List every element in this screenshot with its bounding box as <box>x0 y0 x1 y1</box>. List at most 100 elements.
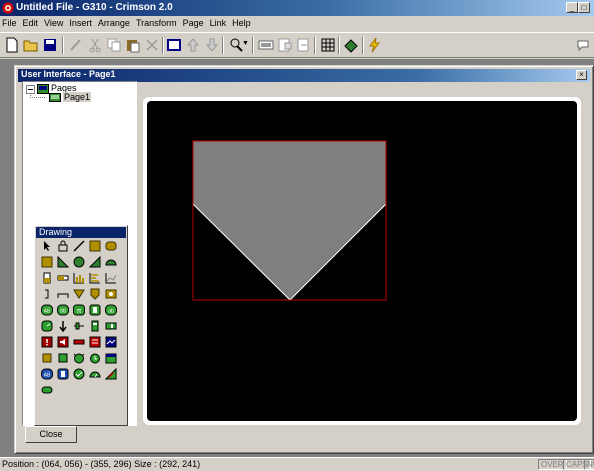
window-title: Untitled File - G310 - Crimson 2.0 <box>16 2 173 13</box>
down-pointer-tool-icon[interactable] <box>57 320 69 332</box>
speaker-tool-icon[interactable] <box>57 336 69 348</box>
data-ab-tool-icon[interactable]: AB <box>41 304 53 316</box>
svg-text:π: π <box>77 308 82 315</box>
open-icon[interactable] <box>23 37 39 53</box>
gem-tool-icon[interactable] <box>105 288 117 300</box>
comms-icon[interactable] <box>576 37 592 53</box>
close-button[interactable]: Close <box>25 426 77 443</box>
page-props-icon[interactable] <box>277 37 293 53</box>
page-icon <box>49 93 61 102</box>
bar-tool-icon[interactable] <box>57 272 69 284</box>
minimize-button[interactable]: _ <box>566 2 578 13</box>
toolbar: ▼ <box>0 32 594 58</box>
square-tool-icon[interactable] <box>41 352 53 364</box>
page-icon2[interactable] <box>296 37 312 53</box>
maximize-button[interactable]: □ <box>578 2 590 13</box>
data-88-tool-icon[interactable]: 88 <box>57 304 69 316</box>
pipe-tool-icon[interactable] <box>57 288 69 300</box>
lightning-icon[interactable] <box>367 37 383 53</box>
child-window-title: User Interface - Page1 <box>21 69 116 79</box>
color-icon[interactable] <box>343 37 359 53</box>
copy-icon[interactable] <box>106 37 122 53</box>
half-ellipse-tool-icon[interactable] <box>105 256 117 268</box>
calendar-tool-icon[interactable] <box>105 352 117 364</box>
menu-file[interactable]: File <box>0 16 20 28</box>
svg-text:AB: AB <box>44 373 51 379</box>
menu-transform[interactable]: Transform <box>133 16 180 28</box>
vslider-tool-icon[interactable] <box>89 320 101 332</box>
tank-tool-icon[interactable] <box>41 272 53 284</box>
display-icon[interactable] <box>258 37 274 53</box>
line-tool-icon[interactable] <box>73 240 85 252</box>
menu-view[interactable]: View <box>41 16 66 28</box>
alarm-clock-tool-icon[interactable] <box>73 352 85 364</box>
red-bar-tool-icon[interactable] <box>73 336 85 348</box>
ellipse-tool-icon[interactable] <box>73 256 85 268</box>
save-icon[interactable] <box>42 37 58 53</box>
quarter-tool-icon[interactable] <box>89 256 101 268</box>
palette-title: Drawing <box>36 227 126 238</box>
wedge-tool-icon[interactable] <box>57 256 69 268</box>
monitor-tool-icon[interactable] <box>105 336 117 348</box>
slider-tool-icon[interactable] <box>73 320 85 332</box>
down-icon[interactable] <box>204 37 220 53</box>
down-arrow-tool-icon[interactable] <box>73 288 85 300</box>
lock-tool-icon[interactable] <box>57 240 69 252</box>
app-icon <box>2 2 14 14</box>
close-icon[interactable]: × <box>576 70 587 80</box>
canvas-shapes <box>192 140 387 301</box>
menu-arrange[interactable]: Arrange <box>95 16 133 28</box>
check-tool-icon[interactable] <box>73 368 85 380</box>
data-ext-tool-icon[interactable]: ab <box>105 304 117 316</box>
ui-icon[interactable] <box>166 37 182 53</box>
svg-text:88: 88 <box>60 309 66 315</box>
bevel-tool-icon[interactable] <box>41 256 53 268</box>
hslider-tool-icon[interactable] <box>105 320 117 332</box>
svg-text:ab: ab <box>108 309 114 315</box>
svg-text:AB: AB <box>44 309 51 315</box>
green-square-tool-icon[interactable] <box>57 352 69 364</box>
cut-icon[interactable] <box>87 37 103 53</box>
timer-tool-icon[interactable] <box>89 352 101 364</box>
grid-icon[interactable] <box>320 37 336 53</box>
hbar-chart-tool-icon[interactable] <box>89 272 101 284</box>
pen-icon[interactable] <box>68 37 84 53</box>
new-icon[interactable] <box>4 37 20 53</box>
status-num: NU <box>584 459 594 470</box>
menu-bar: File Edit View Insert Arrange Transform Page Li… <box>0 16 594 32</box>
trend-tool-icon[interactable] <box>105 272 117 284</box>
tree-node-page1[interactable]: Page1 <box>63 92 92 102</box>
tree-line <box>30 93 46 98</box>
menu-page[interactable]: Page <box>180 16 207 28</box>
data-pi-tool-icon[interactable]: π <box>73 304 85 316</box>
blue-block-tool-icon[interactable] <box>57 368 69 380</box>
page-canvas[interactable] <box>147 101 577 421</box>
event-tool-icon[interactable] <box>89 336 101 348</box>
status-bar: Position : (064, 056) - (355, 296) Size … <box>0 457 594 471</box>
dome-tool-icon[interactable] <box>89 368 101 380</box>
title-bar: Untitled File - G310 - Crimson 2.0 _ □ <box>0 0 594 16</box>
menu-edit[interactable]: Edit <box>20 16 42 28</box>
select-tool-icon[interactable] <box>41 240 53 252</box>
status-position: Position : (064, 056) - (355, 296) Size … <box>2 459 201 469</box>
down-arrow-shape[interactable] <box>193 141 386 300</box>
zoom-dropdown-icon[interactable]: ▼ <box>242 40 249 47</box>
data-block-tool-icon[interactable] <box>89 304 101 316</box>
chart-tool-icon[interactable] <box>73 272 85 284</box>
ab-blue-tool-icon[interactable]: AB <box>41 368 53 380</box>
gauge-tool-icon[interactable] <box>41 320 53 332</box>
pill-tool-icon[interactable] <box>41 384 53 396</box>
menu-link[interactable]: Link <box>207 16 230 28</box>
menu-insert[interactable]: Insert <box>66 16 95 28</box>
menu-help[interactable]: Help <box>229 16 254 28</box>
alarm-tool-icon[interactable] <box>41 336 53 348</box>
shield-tool-icon[interactable] <box>89 288 101 300</box>
up-icon[interactable] <box>185 37 201 53</box>
text-tool-icon[interactable] <box>41 288 53 300</box>
arc-tool-icon[interactable] <box>105 368 117 380</box>
paste-icon[interactable] <box>125 37 141 53</box>
rectangle-tool-icon[interactable] <box>89 240 101 252</box>
delete-icon[interactable] <box>144 37 160 53</box>
drawing-palette: Drawing AB 88 π ab AB <box>34 225 128 426</box>
rounded-rect-tool-icon[interactable] <box>105 240 117 252</box>
